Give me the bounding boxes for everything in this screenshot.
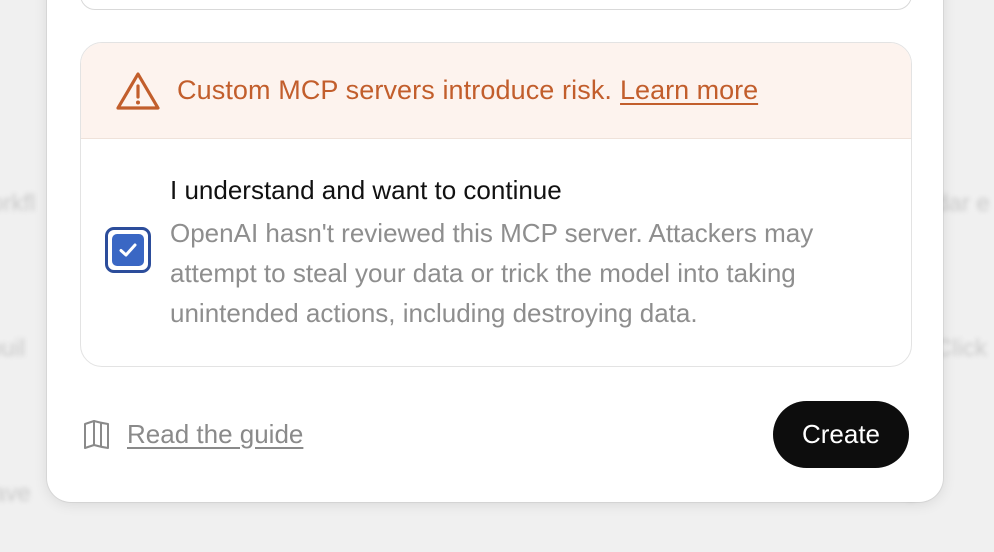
risk-card: Custom MCP servers introduce risk. Learn… (80, 42, 912, 367)
risk-warning-banner: Custom MCP servers introduce risk. Learn… (81, 43, 911, 139)
understand-checkbox[interactable] (105, 227, 151, 273)
read-guide-link[interactable]: Read the guide (82, 418, 303, 450)
checkbox-fill (112, 234, 144, 266)
risk-warning-text: Custom MCP servers introduce risk. (177, 75, 613, 105)
learn-more-link[interactable]: Learn more (620, 75, 758, 106)
warning-triangle-icon (115, 71, 161, 111)
background-text: orkfl (0, 190, 36, 217)
confirmation-row: I understand and want to continue OpenAI… (81, 139, 911, 364)
text-input-field[interactable] (80, 0, 912, 10)
read-guide-label: Read the guide (127, 418, 304, 449)
confirmation-description: OpenAI hasn't reviewed this MCP server. … (170, 218, 814, 328)
book-icon (82, 418, 112, 450)
create-button[interactable]: Create (773, 401, 909, 468)
checkmark-icon (119, 243, 137, 257)
background-text: ave (0, 480, 31, 507)
background-text: buil (0, 335, 26, 362)
confirmation-title: I understand and want to continue (170, 175, 562, 205)
background-text: dar e (935, 190, 990, 217)
